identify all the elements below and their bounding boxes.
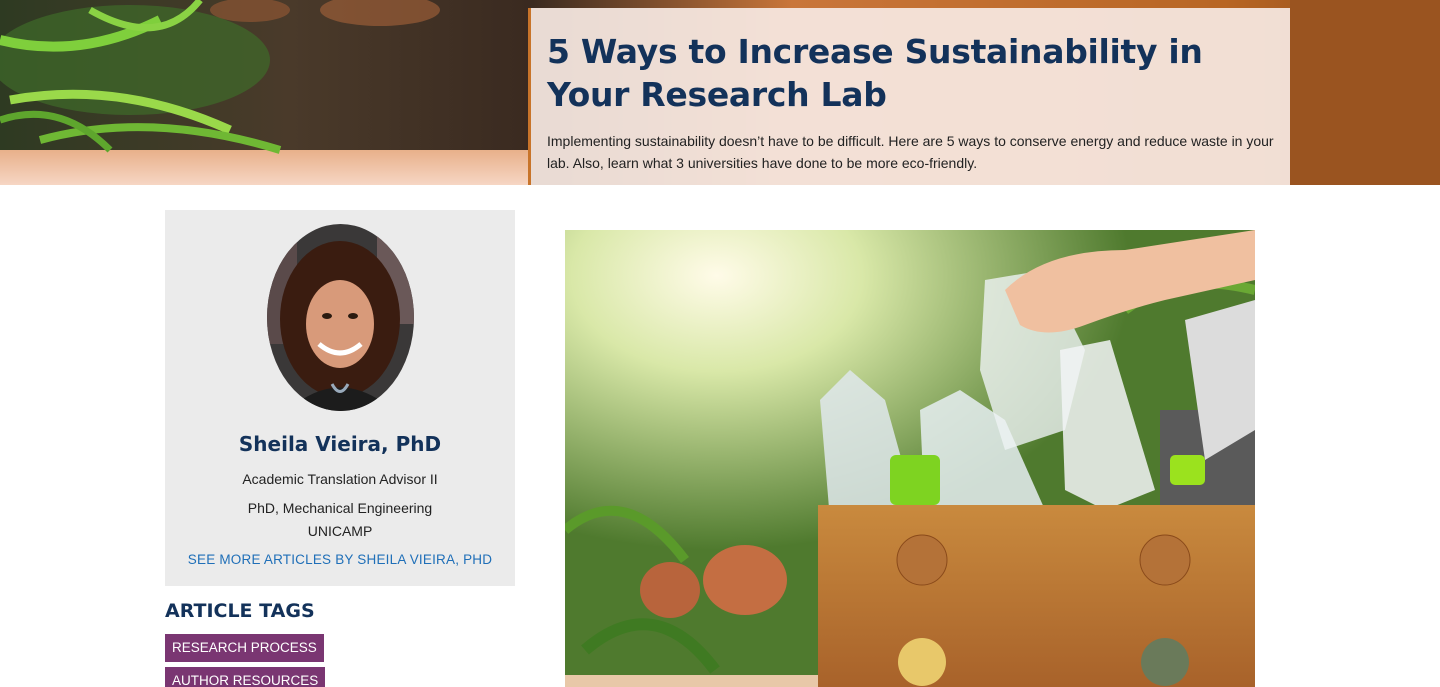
- author-school: UNICAMP: [307, 523, 373, 539]
- author-card: Sheila Vieira, PhD Academic Translation …: [165, 210, 515, 586]
- author-degree: PhD, Mechanical Engineering: [247, 500, 433, 516]
- author-role: Academic Translation Advisor II: [242, 471, 438, 487]
- tag-research-process[interactable]: RESEARCH PROCESS: [165, 634, 324, 662]
- page-title: 5 Ways to Increase Sustainability in You…: [547, 32, 1203, 114]
- article-tags-heading: ARTICLE TAGS: [165, 600, 315, 622]
- hero-banner: 5 Ways to Increase Sustainability in You…: [0, 0, 1440, 185]
- author-avatar[interactable]: [267, 224, 414, 411]
- tag-author-resources[interactable]: AUTHOR RESOURCES: [165, 667, 326, 687]
- article-hero-image: [565, 230, 1255, 687]
- hero-title-panel: 5 Ways to Increase Sustainability in You…: [528, 8, 1290, 185]
- see-more-articles-link[interactable]: SEE MORE ARTICLES BY SHEILA VIEIRA, PHD: [165, 552, 515, 567]
- author-name: Sheila Vieira, PhD: [238, 432, 442, 456]
- article-summary: Implementing sustainability doesn’t have…: [547, 133, 1274, 171]
